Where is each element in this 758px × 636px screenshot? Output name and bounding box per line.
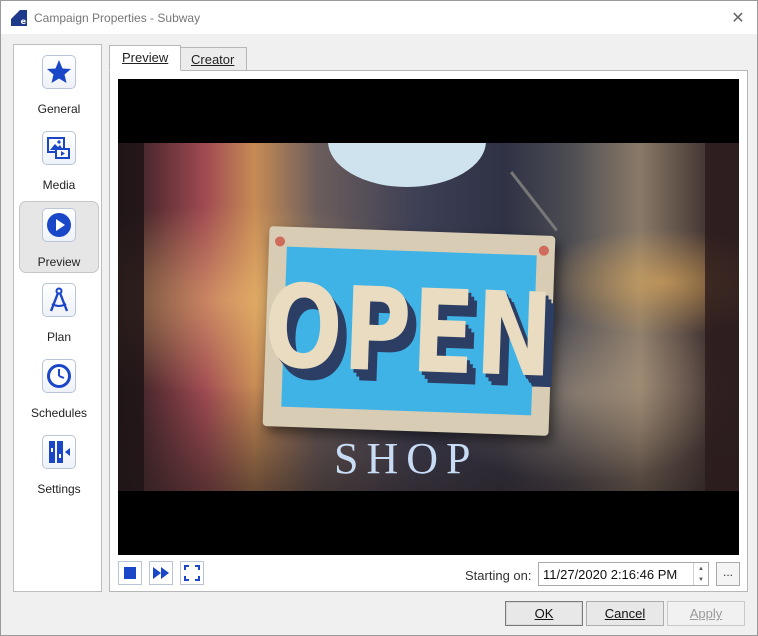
sidebar-item-plan[interactable]: Plan [19, 277, 99, 349]
close-icon: ✕ [731, 7, 745, 27]
media-preview: OPEN SHOP [118, 79, 739, 555]
datetime-spinner[interactable]: ▲ ▼ [693, 563, 708, 585]
sidebar-item-media[interactable]: Media [19, 125, 99, 197]
cancel-button[interactable]: Cancel [586, 601, 664, 626]
sidebar-item-preview[interactable]: Preview [19, 201, 99, 273]
compass-icon [42, 283, 76, 317]
tab-creator[interactable]: Creator [178, 47, 248, 71]
sidebar-item-schedules[interactable]: Schedules [19, 353, 99, 425]
spin-up-icon[interactable]: ▲ [694, 563, 708, 574]
starting-on-label: Starting on: [465, 568, 532, 583]
app-logo-icon: e [11, 10, 27, 26]
sidebar-item-label: Media [42, 178, 76, 192]
media-icon [42, 131, 76, 165]
browse-button[interactable]: ... [716, 562, 740, 586]
fast-forward-icon [153, 567, 169, 579]
start-datetime-field[interactable]: 11/27/2020 2:16:46 PM ▲ ▼ [538, 562, 709, 586]
preview-image: OPEN SHOP [118, 143, 739, 491]
star-icon [42, 55, 76, 89]
sidebar-item-label: Preview [37, 255, 81, 269]
spin-down-icon[interactable]: ▼ [694, 574, 708, 585]
sign-text: OPEN [262, 259, 556, 403]
play-icon [42, 208, 76, 242]
fast-forward-button[interactable] [149, 561, 173, 585]
settings-icon [42, 435, 76, 469]
sidebar-item-label: Settings [37, 482, 81, 496]
ok-button[interactable]: OK [505, 601, 583, 626]
stop-button[interactable] [118, 561, 142, 585]
sidebar: General Media Preview Plan Schedules Set… [13, 44, 102, 592]
sidebar-item-label: Plan [46, 330, 72, 344]
stop-icon [124, 567, 136, 579]
window-title: Campaign Properties - Subway [34, 11, 201, 25]
apply-button[interactable]: Apply [667, 601, 745, 626]
preview-panel: OPEN SHOP Starting on: 11/27/2020 2:16:4… [109, 70, 748, 592]
clock-icon [42, 359, 76, 393]
fullscreen-button[interactable] [180, 561, 204, 585]
shop-text: SHOP [334, 434, 479, 483]
start-datetime-value: 11/27/2020 2:16:46 PM [543, 567, 678, 582]
sidebar-item-general[interactable]: General [19, 49, 99, 121]
close-button[interactable]: ✕ [725, 6, 751, 28]
sidebar-item-label: General [37, 102, 81, 116]
sidebar-item-settings[interactable]: Settings [19, 429, 99, 501]
fullscreen-icon [184, 565, 200, 581]
sidebar-item-label: Schedules [30, 406, 88, 420]
tab-preview[interactable]: Preview [109, 45, 182, 71]
open-sign: OPEN [262, 226, 556, 436]
campaign-properties-window: e Campaign Properties - Subway ✕ General [0, 0, 758, 636]
title-bar: e Campaign Properties - Subway ✕ [1, 1, 757, 34]
